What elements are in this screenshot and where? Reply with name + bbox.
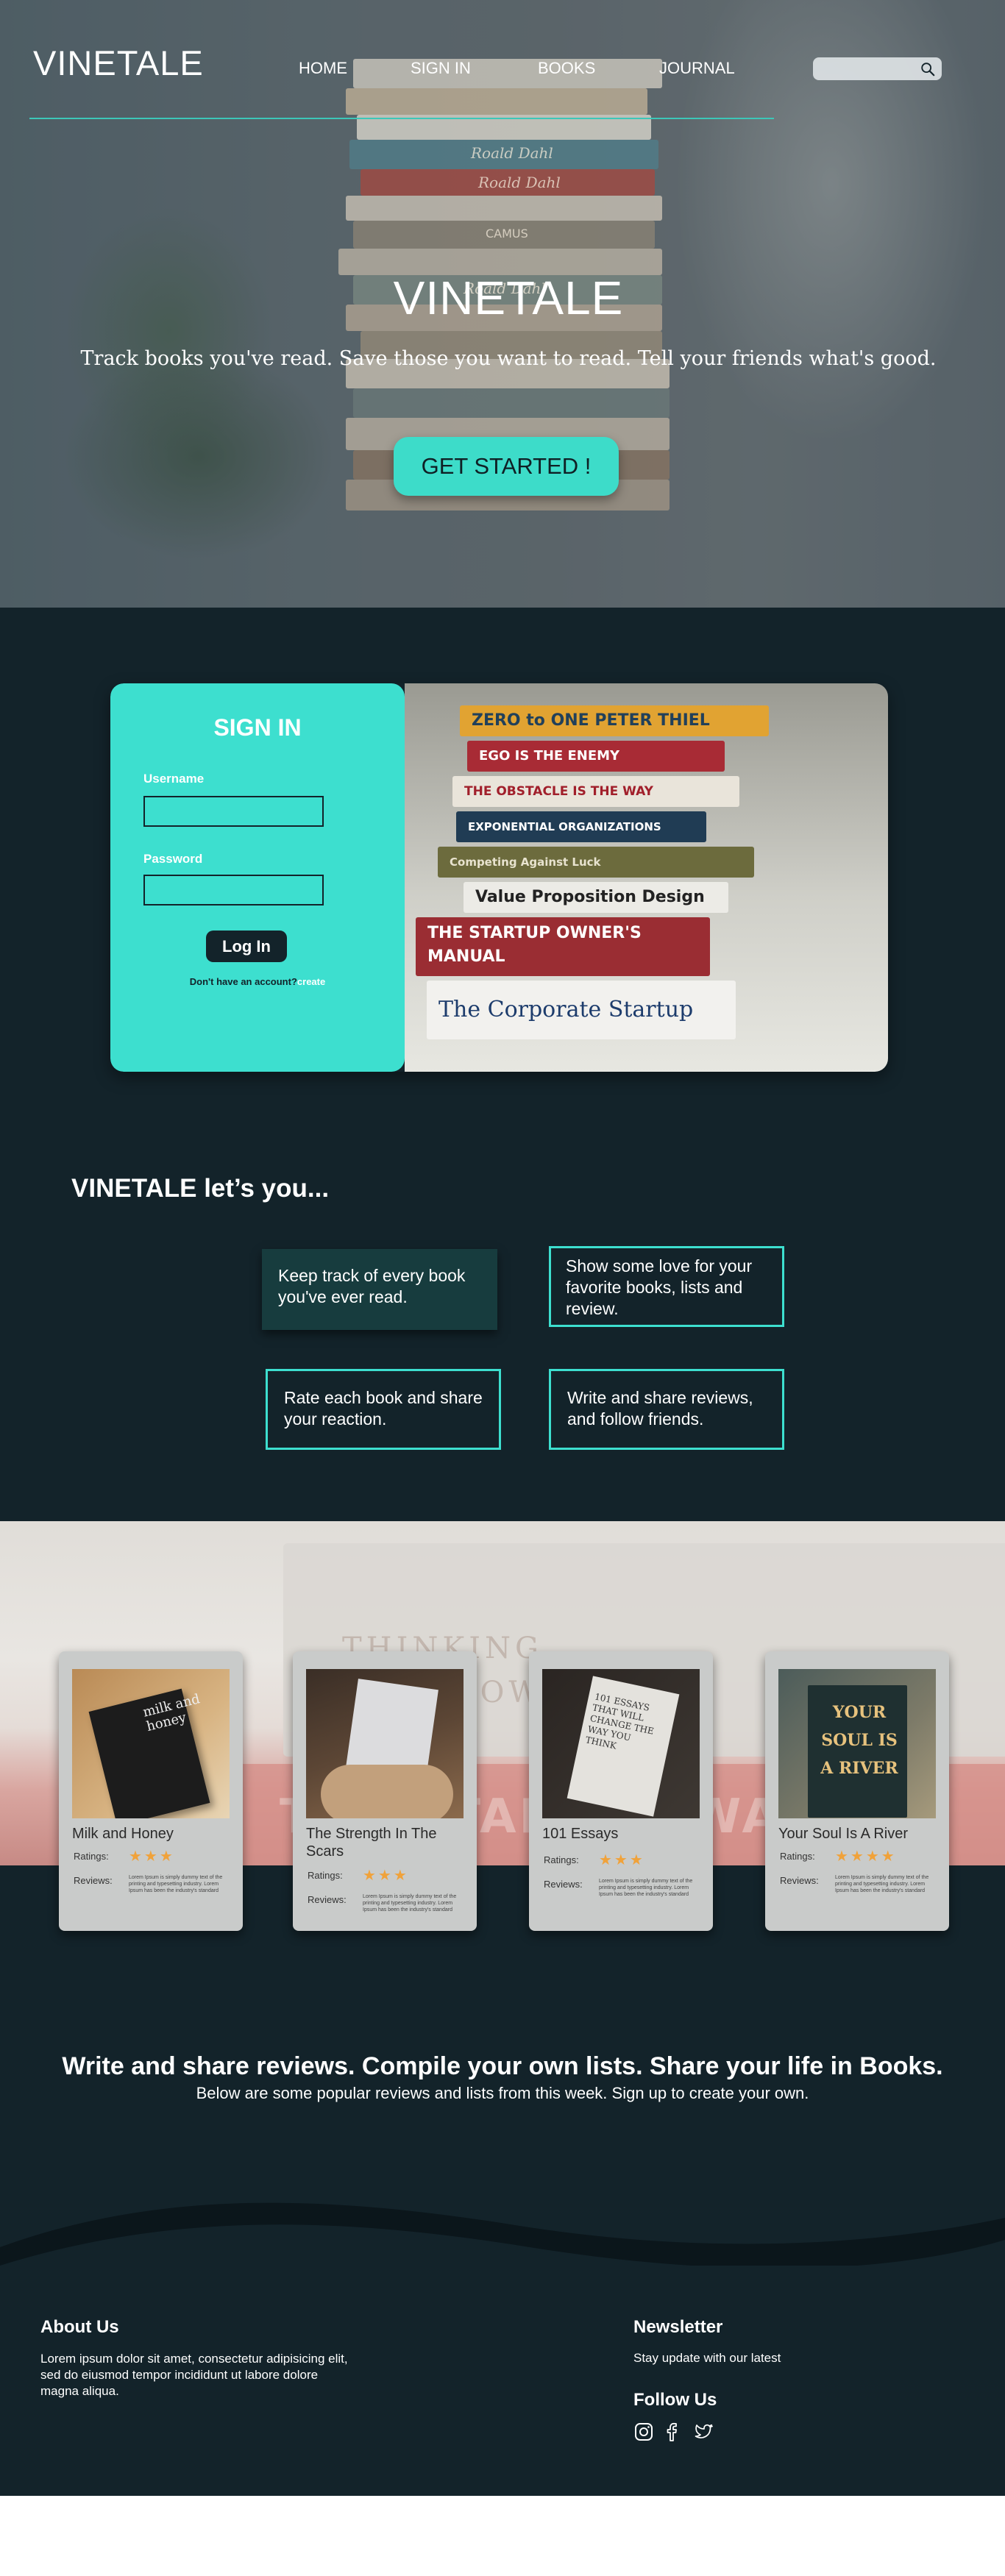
review-text: Lorem Ipsum is simply dummy text of the …: [129, 1875, 223, 1893]
hero-tagline: Track books you've read. Save those you …: [80, 347, 937, 370]
nav-home[interactable]: HOME: [299, 59, 347, 78]
ratings-label: Ratings:: [544, 1854, 579, 1865]
photo-book: The Corporate Startup: [427, 981, 736, 1039]
photo-book: THE STARTUP OWNER'S MANUAL: [416, 917, 710, 976]
reviews-label: Reviews:: [780, 1875, 819, 1886]
search-input[interactable]: [813, 57, 942, 80]
book-title[interactable]: The Strength In The Scars: [306, 1825, 468, 1860]
reviews-label: Reviews:: [544, 1879, 583, 1890]
nav-books[interactable]: BOOKS: [538, 59, 595, 78]
signin-book-photo: ZERO to ONE PETER THIEL EGO IS THE ENEMY…: [405, 683, 888, 1072]
nav-sign-in[interactable]: SIGN IN: [411, 59, 471, 78]
cover-text: YOUR SOUL IS A RIVER: [820, 1703, 898, 1778]
about-text: Lorem ipsum dolor sit amet, consectetur …: [40, 2352, 348, 2398]
book-card[interactable]: YOUR SOUL IS A RIVER Your Soul Is A Rive…: [765, 1651, 949, 1931]
rating-stars: ★★★: [599, 1852, 645, 1868]
photo-book: Competing Against Luck: [438, 847, 754, 878]
search-icon[interactable]: [920, 61, 936, 77]
signin-title: SIGN IN: [213, 714, 302, 741]
photo-book: THE OBSTACLE IS THE WAY: [452, 776, 739, 807]
review-text: Lorem Ipsum is simply dummy text of the …: [363, 1894, 457, 1913]
photo-book: ZERO to ONE PETER THIEL: [460, 705, 769, 736]
twitter-icon[interactable]: [694, 2422, 714, 2442]
page: Roald Dahl Roald Dahl CAMUS Roald Dahl V…: [0, 0, 1005, 2576]
photo-book: EXPONENTIAL ORGANIZATIONS: [456, 811, 706, 842]
book-cover-image: [306, 1669, 464, 1818]
rating-stars: ★★★: [129, 1849, 175, 1865]
nav-journal[interactable]: JOURNAL: [659, 59, 735, 78]
newsletter-text: Stay update with our latest: [633, 2351, 781, 2365]
ratings-label: Ratings:: [308, 1870, 343, 1881]
no-account-label: Don't have an account?: [189, 976, 297, 987]
review-text: Lorem Ipsum is simply dummy text of the …: [599, 1879, 693, 1897]
password-field[interactable]: [143, 875, 324, 905]
reviews-label: Reviews:: [308, 1894, 347, 1905]
book-cover-image: milk and honey: [72, 1669, 230, 1818]
promo-headline: Write and share reviews. Compile your ow…: [62, 2052, 943, 2080]
photo-book: Value Proposition Design: [464, 882, 728, 913]
promo-subline: Below are some popular reviews and lists…: [196, 2084, 809, 2102]
username-field[interactable]: [143, 796, 324, 827]
rating-stars: ★★★: [363, 1868, 409, 1884]
reviews-label: Reviews:: [74, 1875, 113, 1886]
feature-track-books: Keep track of every book you've ever rea…: [262, 1249, 497, 1330]
book-title[interactable]: Your Soul Is A River: [778, 1825, 940, 1843]
username-label: Username: [143, 772, 205, 786]
about-title: About Us: [40, 2317, 119, 2337]
features-title: VINETALE let’s you...: [71, 1174, 330, 1203]
book-card[interactable]: 101 ESSAYS THAT WILL CHANGE THE WAY YOU …: [529, 1651, 713, 1931]
book-card[interactable]: milk and honey Milk and Honey Ratings: ★…: [59, 1651, 243, 1931]
ratings-label: Ratings:: [74, 1851, 109, 1862]
site-logo[interactable]: VINETALE: [33, 43, 204, 83]
signin-card: ZERO to ONE PETER THIEL EGO IS THE ENEMY…: [110, 683, 888, 1072]
no-account-text: Don't have an account?create: [110, 976, 405, 987]
hero-section: Roald Dahl Roald Dahl CAMUS Roald Dahl V…: [0, 0, 1005, 608]
newsletter-title: Newsletter: [633, 2317, 723, 2337]
feature-rate-books: Rate each book and share your reaction.: [266, 1369, 501, 1450]
rating-stars: ★★★★: [835, 1849, 897, 1865]
book-cover-image: 101 ESSAYS THAT WILL CHANGE THE WAY YOU …: [542, 1669, 700, 1818]
create-account-link[interactable]: create: [297, 976, 325, 987]
feature-show-love: Show some love for your favorite books, …: [549, 1246, 784, 1327]
book-title[interactable]: 101 Essays: [542, 1825, 704, 1843]
feature-write-reviews: Write and share reviews, and follow frie…: [549, 1369, 784, 1450]
facebook-icon[interactable]: [661, 2422, 682, 2442]
password-label: Password: [143, 852, 203, 866]
book-title[interactable]: Milk and Honey: [72, 1825, 234, 1843]
follow-title: Follow Us: [633, 2390, 717, 2410]
get-started-button[interactable]: GET STARTED !: [394, 437, 619, 496]
header-divider: [29, 118, 774, 119]
book-cover-image: YOUR SOUL IS A RIVER: [778, 1669, 936, 1818]
ratings-label: Ratings:: [780, 1851, 815, 1862]
book-card[interactable]: The Strength In The Scars Ratings: ★★★ R…: [293, 1651, 477, 1931]
hero-title: VINETALE: [393, 271, 624, 324]
signin-form: SIGN IN Username Password Log In Don't h…: [110, 683, 405, 1072]
photo-book: EGO IS THE ENEMY: [467, 741, 725, 772]
review-text: Lorem Ipsum is simply dummy text of the …: [835, 1875, 929, 1893]
instagram-icon[interactable]: [633, 2422, 654, 2442]
login-button[interactable]: Log In: [206, 931, 287, 962]
